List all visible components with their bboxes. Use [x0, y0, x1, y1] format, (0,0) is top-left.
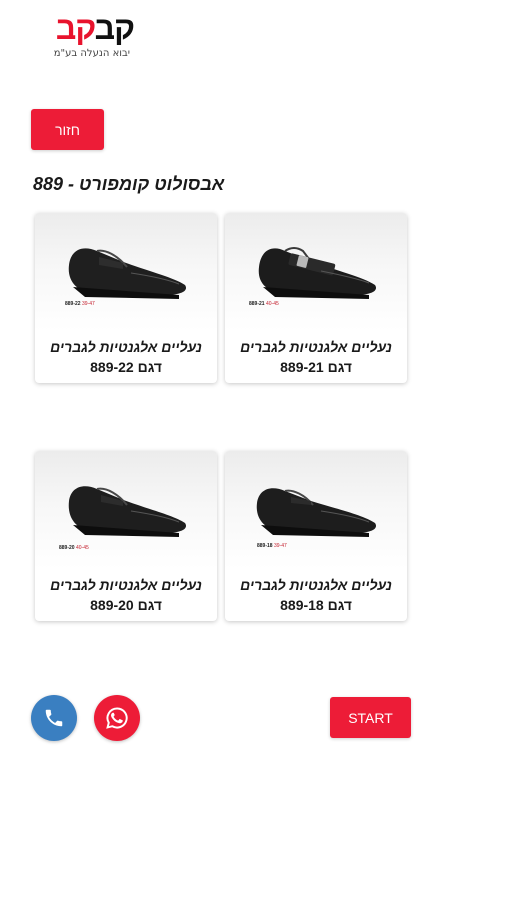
product-image [225, 451, 407, 569]
product-model: דגם 889-22 [90, 359, 162, 375]
phone-button[interactable] [31, 695, 77, 741]
shoe-icon [258, 247, 377, 299]
back-button[interactable]: חזור [31, 109, 104, 150]
page-title: אבסולוט קומפורט - 889 [33, 174, 225, 194]
start-button[interactable]: START [330, 697, 411, 738]
product-image [225, 213, 407, 331]
whatsapp-icon [106, 707, 128, 729]
product-card[interactable]: 889-22 39-47 נעליים אלגנטיות לגברים דגם … [35, 213, 217, 383]
whatsapp-button[interactable] [94, 695, 140, 741]
product-model: דגם 889-21 [280, 359, 352, 375]
product-image [35, 451, 217, 569]
product-name: נעליים אלגנטיות לגברים [50, 339, 202, 355]
shoe-icon [256, 488, 377, 537]
logo-subtitle: יבוא הנעלה בע"מ [53, 48, 130, 59]
product-card[interactable]: 889-18 39-47 נעליים אלגנטיות לגברים דגם … [225, 451, 407, 621]
product-name: נעליים אלגנטיות לגברים [240, 339, 392, 355]
product-name: נעליים אלגנטיות לגברים [240, 577, 392, 593]
product-code: 889-21 40-45 [249, 301, 279, 307]
shoe-icon [68, 486, 187, 537]
logo: קבקב יבוא הנעלה בע"מ [44, 10, 135, 66]
product-model: דגם 889-18 [280, 597, 352, 613]
shoe-icon [68, 248, 187, 299]
product-name: נעליים אלגנטיות לגברים [50, 577, 202, 593]
product-code: 889-20 40-45 [59, 545, 89, 551]
product-code: 889-22 39-47 [65, 301, 95, 307]
product-code: 889-18 39-47 [257, 543, 287, 549]
product-image [35, 213, 217, 331]
logo-text: קבקב [55, 10, 135, 46]
product-card[interactable]: 889-21 40-45 נעליים אלגנטיות לגברים דגם … [225, 213, 407, 383]
phone-icon [45, 709, 63, 727]
product-card[interactable]: 889-20 40-45 נעליים אלגנטיות לגברים דגם … [35, 451, 217, 621]
product-model: דגם 889-20 [90, 597, 162, 613]
